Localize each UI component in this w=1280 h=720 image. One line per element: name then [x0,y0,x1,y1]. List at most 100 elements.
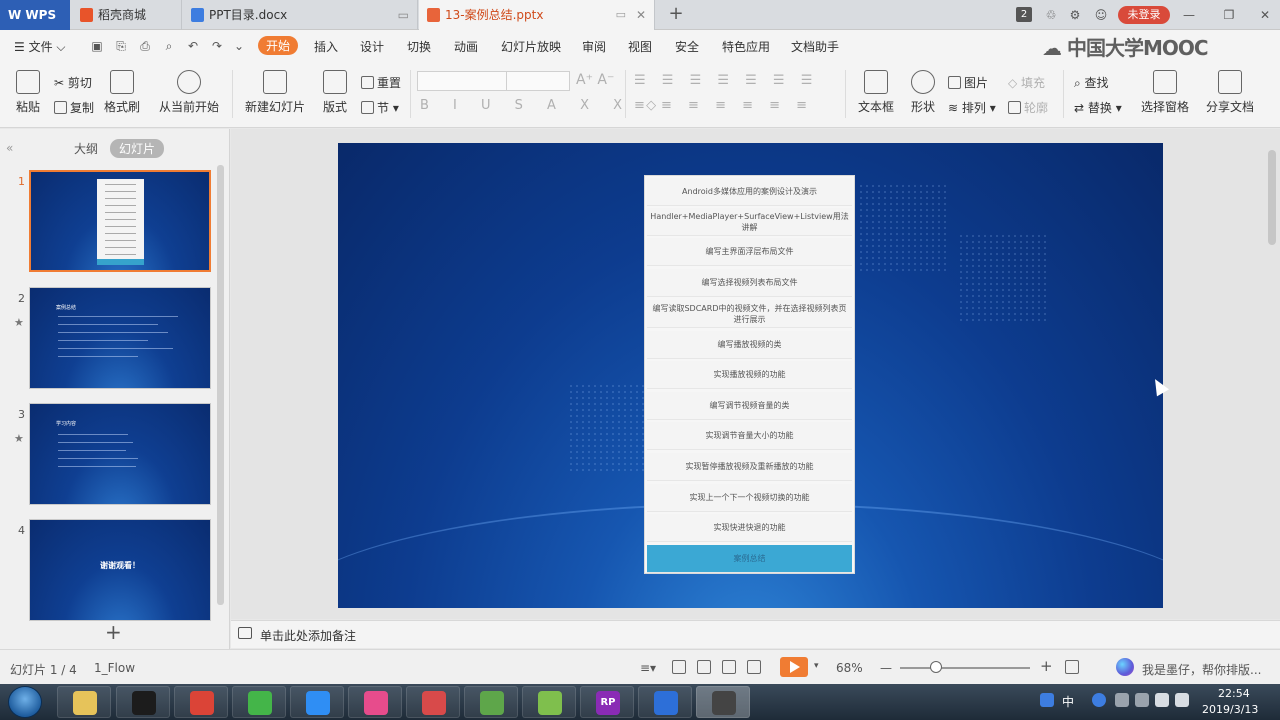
case-menu-item[interactable]: Android多媒体应用的案例设计及演示 [647,178,852,206]
fit-window-icon[interactable] [1065,660,1079,674]
case-menu-item[interactable]: Handler+MediaPlayer+SurfaceView+Listview… [647,208,852,236]
notes-toggle-icon[interactable]: ≡▾ [640,661,656,675]
normal-view-icon[interactable] [672,660,686,674]
outline-button[interactable]: 轮廓 [1008,99,1048,116]
tab-ppt-catalog-docx[interactable]: PPT目录.docx ▭ [183,0,418,30]
taskbar-app-button[interactable] [696,686,750,718]
tab-pin-icon[interactable]: ▭ [398,0,409,30]
case-menu-item[interactable]: 实现调节音量大小的功能 [647,422,852,450]
zoom-level[interactable]: 68% [836,661,863,675]
menu-design[interactable]: 设计 [360,38,384,55]
play-slideshow-button[interactable] [780,657,808,677]
copy-button[interactable]: 复制 [54,99,94,116]
slide-sorter-view-icon[interactable] [697,660,711,674]
redo-icon[interactable]: ↷ [210,39,224,53]
case-menu-item[interactable]: 实现暂停播放视频及重新播放的功能 [647,453,852,481]
section-button[interactable]: 节 ▾ [361,99,399,116]
assistant-tip[interactable]: 我是墨仔，帮你排版... [1142,661,1261,678]
taskbar-app-button[interactable] [522,686,576,718]
input-method-icon[interactable] [1040,693,1054,707]
minimize-icon[interactable]: — [1178,0,1200,30]
format-painter-button[interactable]: 格式刷 [104,70,140,115]
case-menu-item[interactable]: 编写调节视频音量的类 [647,392,852,420]
save-icon[interactable]: ▣ [90,39,104,53]
clock-date[interactable]: 2019/3/13 [1202,703,1258,716]
selection-pane-button[interactable]: 选择窗格 [1140,70,1190,115]
play-from-current-button[interactable]: 从当前开始 [156,70,222,115]
slide-thumbnail-3[interactable]: 学习内容 [29,403,211,505]
tab-pin-icon[interactable]: ▭ [616,0,626,30]
windows-start-button[interactable] [8,686,42,718]
wps-menu-button[interactable]: W WPS [0,0,70,30]
help-icon[interactable] [1092,693,1106,707]
shape-button[interactable]: 形状 [906,70,940,115]
reading-view-icon[interactable] [722,660,736,674]
case-menu-item[interactable]: 实现播放视频的功能 [647,361,852,389]
add-slide-button[interactable]: + [105,620,122,644]
new-slide-button[interactable]: 新建幻灯片 [242,70,308,115]
zoom-slider[interactable] [900,667,1030,669]
menu-animation[interactable]: 动画 [454,38,478,55]
settings-icon[interactable]: ⚙ [1064,0,1086,30]
tab-slides[interactable]: 幻灯片 [110,139,165,158]
presenter-view-icon[interactable] [747,660,761,674]
export-icon[interactable]: ⎘ [114,39,128,53]
zoom-in-icon[interactable]: + [1040,657,1053,675]
menu-insert[interactable]: 插入 [314,38,338,55]
taskbar-app-button[interactable] [638,686,692,718]
tray-settings-icon[interactable] [1135,693,1149,707]
chevron-down-icon[interactable]: ▾ [814,661,819,671]
window-count-badge[interactable]: 2 [1016,7,1032,22]
file-menu[interactable]: ☰ 文件 ⌵ [14,38,66,55]
menu-view[interactable]: 视图 [628,38,652,55]
font-style-buttons[interactable]: B I U S A X X ◇ [420,98,666,113]
paragraph-align-icons[interactable]: ≡ ≡ ≡ ≡ ≡ ≡ ≡ [634,98,813,113]
menu-home[interactable]: 开始 [258,36,299,55]
case-menu-item[interactable]: 编写主界面浮层布局文件 [647,238,852,266]
taskbar-app-button[interactable] [406,686,460,718]
menu-review[interactable]: 审阅 [582,38,606,55]
fill-button[interactable]: ◇ 填充 [1008,74,1045,91]
close-icon[interactable]: ✕ [1254,0,1276,30]
menu-doc-assistant[interactable]: 文档助手 [791,38,839,55]
network-icon[interactable] [1155,693,1169,707]
customize-icon[interactable]: ⌄ [232,39,246,53]
zoom-slider-handle[interactable] [930,661,943,673]
case-menu-item[interactable]: 案例总结 [647,545,852,573]
paragraph-list-icons[interactable]: ☰ ☰ ☰ ☰ ☰ ☰ ☰ [634,73,818,88]
font-name-select[interactable] [417,71,507,91]
menu-slideshow[interactable]: 幻灯片放映 [501,38,561,55]
case-menu-item[interactable]: 编写选择视频列表布局文件 [647,269,852,297]
taskbar-app-button[interactable]: RP [580,686,634,718]
paste-button[interactable]: 粘贴 [12,70,44,115]
case-menu-item[interactable]: 编写播放视频的类 [647,331,852,359]
taskbar-app-button[interactable] [290,686,344,718]
slide-thumbnail-1[interactable] [29,170,211,272]
restore-icon[interactable]: ❐ [1218,0,1240,30]
login-button[interactable]: 未登录 [1118,6,1170,24]
layout-button[interactable]: 版式 [318,70,352,115]
clock-time[interactable]: 22:54 [1218,687,1250,700]
tab-docer[interactable]: 稻壳商城 [72,0,182,30]
tab-close-icon[interactable]: ✕ [636,0,646,30]
taskbar-app-button[interactable] [464,686,518,718]
taskbar-app-button[interactable] [116,686,170,718]
volume-icon[interactable] [1175,693,1189,707]
print-preview-icon[interactable]: ⌕ [162,39,176,53]
case-menu-item[interactable]: 编写读取SDCARD中的视频文件，并在选择视频列表页进行展示 [647,300,852,328]
workspace-scrollbar[interactable] [1268,150,1276,245]
case-menu-item[interactable]: 实现上一个下一个视频切换的功能 [647,484,852,512]
case-menu-item[interactable]: 实现快进快退的功能 [647,514,852,542]
tray-expand-icon[interactable] [1115,693,1129,707]
ime-indicator[interactable]: 中 [1062,693,1074,710]
text-box-button[interactable]: 文本框 [854,70,898,115]
print-icon[interactable]: ⎙ [138,39,152,53]
taskbar-app-button[interactable] [174,686,228,718]
replace-button[interactable]: ⇄ 替换 ▾ [1074,99,1122,116]
menu-features[interactable]: 特色应用 [722,38,770,55]
font-size-select[interactable] [506,71,570,91]
collapse-panel-icon[interactable]: « [6,141,13,155]
undo-icon[interactable]: ↶ [186,39,200,53]
grow-font-icon[interactable]: A⁺ A⁻ [576,72,614,88]
slide-panel-scrollbar[interactable] [217,165,224,605]
